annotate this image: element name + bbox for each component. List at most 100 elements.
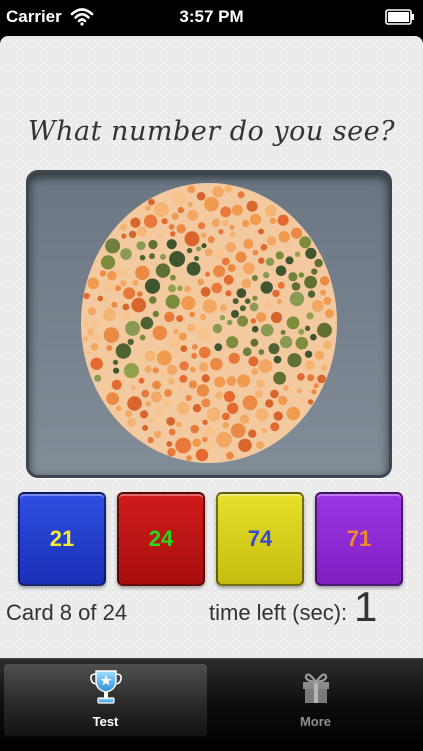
plate-dot <box>177 206 185 214</box>
plate-dot <box>192 438 201 448</box>
plate-dot <box>296 388 303 394</box>
plate-dot <box>278 395 288 406</box>
plate-dot <box>263 271 270 279</box>
gift-icon <box>302 673 329 703</box>
plate-dot <box>87 277 99 290</box>
plate-dot <box>239 414 250 424</box>
answer-button-21[interactable]: 21 <box>18 492 106 586</box>
tab-more[interactable]: More <box>212 664 419 736</box>
plate-dot <box>111 301 118 308</box>
plate-dot <box>201 374 210 383</box>
plate-dot <box>145 205 151 211</box>
plate-dot <box>215 391 223 400</box>
plate-dot <box>122 303 130 311</box>
plate-dot <box>187 323 196 332</box>
plate-dot <box>249 302 259 312</box>
plate-dot <box>153 430 162 439</box>
plate-dot <box>155 263 171 278</box>
plate-dot <box>161 218 168 225</box>
plate-dot <box>202 419 208 425</box>
plate-dot <box>273 355 282 364</box>
plate-dot <box>179 361 189 371</box>
plate-dot <box>169 251 186 267</box>
plate-dot <box>113 367 120 374</box>
plate-dot <box>141 389 150 398</box>
plate-dot <box>87 307 97 316</box>
answer-button-74[interactable]: 74 <box>216 492 304 586</box>
status-bar: Carrier 3:57 PM <box>0 0 423 36</box>
plate-dot <box>196 191 206 201</box>
plate-dot <box>188 380 198 389</box>
plate-dot <box>103 297 110 304</box>
plate-dot <box>204 248 213 257</box>
plate-dot <box>99 270 106 277</box>
plate-dot <box>201 232 207 238</box>
plate-dot <box>171 212 179 220</box>
plate-dot <box>187 185 196 194</box>
plate-dot <box>270 389 279 399</box>
plate-dot <box>180 345 188 352</box>
plate-dot <box>214 249 224 259</box>
plate-dot <box>156 350 172 366</box>
plate-dot <box>320 289 327 296</box>
plate-dot <box>191 352 198 359</box>
plate-dot <box>229 224 235 230</box>
plate-dot <box>242 347 252 357</box>
plate-dot <box>325 309 334 318</box>
plate-dot <box>107 270 117 281</box>
plate-dot <box>125 410 133 418</box>
plate-dot <box>166 441 173 447</box>
plate-dot <box>251 275 258 281</box>
plate-dot <box>106 345 113 351</box>
plate-dot <box>297 373 305 381</box>
plate-dot <box>225 290 232 297</box>
plate-dot <box>299 236 312 249</box>
plate-dot <box>286 406 301 421</box>
plate-dot <box>127 396 142 411</box>
plate-dot <box>121 233 127 239</box>
plate-dot <box>160 370 166 376</box>
plate-dot <box>155 408 164 417</box>
answer-label: 74 <box>247 526 273 551</box>
tab-test[interactable]: Test <box>4 664 207 736</box>
plate-dot <box>194 256 199 261</box>
ishihara-plate <box>81 183 337 463</box>
plate-dot <box>190 366 196 373</box>
plate-dot <box>219 304 227 311</box>
plate-dot <box>198 346 211 359</box>
plate-dot <box>227 319 233 326</box>
plate-dot <box>206 441 216 450</box>
plate-dot <box>255 441 264 449</box>
plate-dot <box>116 267 127 277</box>
plate-dot <box>273 411 283 421</box>
plate-dot <box>167 448 176 457</box>
plate-dot <box>258 228 264 235</box>
plate-dot <box>90 320 99 329</box>
plate-dot <box>123 287 136 300</box>
answer-button-71[interactable]: 71 <box>315 492 403 586</box>
plate-dot <box>157 232 163 239</box>
plate-dot <box>120 223 128 231</box>
plate-dot <box>298 272 305 278</box>
plate-dot <box>322 340 332 350</box>
plate-dot <box>256 379 265 388</box>
plate-dot <box>164 389 172 398</box>
answer-button-24[interactable]: 24 <box>117 492 205 586</box>
time-left-value: 1 <box>354 583 378 630</box>
plate-dot <box>222 422 230 429</box>
plate-dot <box>177 383 183 390</box>
plate-dot <box>251 368 259 375</box>
plate-dot <box>241 278 252 289</box>
plate-dot <box>228 352 240 364</box>
plate-dot <box>306 312 314 320</box>
plate-dot <box>176 421 182 427</box>
plate-dot <box>321 364 328 371</box>
plate-dot <box>314 258 323 268</box>
plate-dot <box>130 384 136 390</box>
plate-dot <box>186 455 192 461</box>
plate-dot <box>307 290 316 298</box>
plate-dot <box>132 279 139 286</box>
plate-dot <box>222 219 229 227</box>
plate-dot <box>176 315 184 323</box>
plate-dot <box>190 424 199 434</box>
